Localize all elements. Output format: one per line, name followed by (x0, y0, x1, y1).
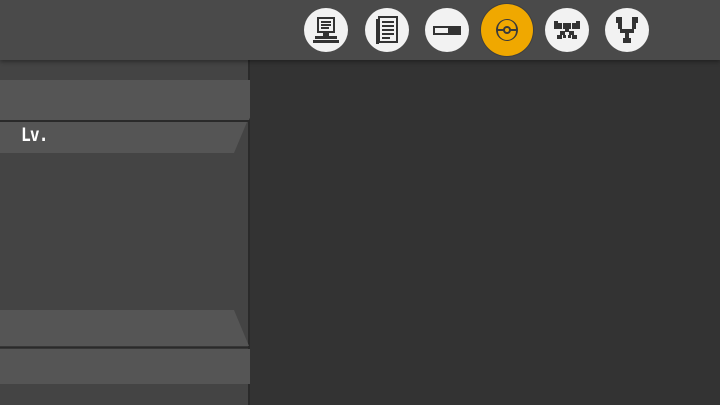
tab-status[interactable] (425, 8, 469, 52)
pokeball-icon (496, 19, 518, 41)
tab-notes[interactable] (365, 8, 409, 52)
tab-style[interactable] (545, 8, 589, 52)
tab-pokeball[interactable] (481, 4, 533, 56)
level-label: Lv. (21, 124, 48, 146)
notepad-icon (376, 16, 398, 44)
tab-pc[interactable] (304, 8, 348, 52)
footer-banner (0, 310, 266, 384)
tab-tools[interactable] (605, 8, 649, 52)
slingshot-fork-icon (616, 17, 638, 43)
content-panel (250, 60, 720, 405)
pc-computer-icon (313, 17, 339, 43)
battery-bar-icon (433, 26, 461, 35)
bow-tie-icon (554, 21, 580, 39)
top-menu-bar (0, 0, 720, 60)
